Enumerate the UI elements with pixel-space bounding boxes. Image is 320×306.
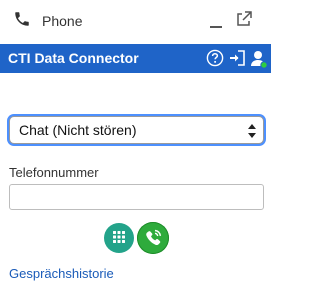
cti-title-bar: CTI Data Connector	[0, 44, 271, 73]
cti-title: CTI Data Connector	[8, 50, 139, 66]
login-icon[interactable]	[228, 49, 246, 67]
help-icon[interactable]	[206, 49, 224, 67]
phone-icon	[13, 10, 31, 28]
popout-icon[interactable]	[236, 11, 252, 27]
phone-number-input[interactable]	[9, 184, 264, 210]
phone-header: Phone	[0, 0, 271, 42]
minimize-icon[interactable]	[208, 10, 224, 30]
dialpad-button[interactable]	[104, 223, 134, 253]
phone-title: Phone	[42, 13, 83, 29]
dialpad-icon	[113, 231, 125, 243]
phone-number-label: Telefonnummer	[9, 165, 99, 180]
select-arrows-icon	[248, 123, 256, 139]
call-icon	[146, 229, 162, 245]
user-status-icon[interactable]	[250, 49, 268, 69]
status-select-value: Chat (Nicht stören)	[19, 122, 137, 138]
status-select[interactable]: Chat (Nicht stören)	[9, 116, 264, 144]
call-history-link[interactable]: Gesprächshistorie	[9, 266, 114, 282]
cti-panel: Phone CTI Data Connector Chat (Nicht stö…	[0, 0, 271, 306]
call-button[interactable]	[137, 222, 169, 254]
